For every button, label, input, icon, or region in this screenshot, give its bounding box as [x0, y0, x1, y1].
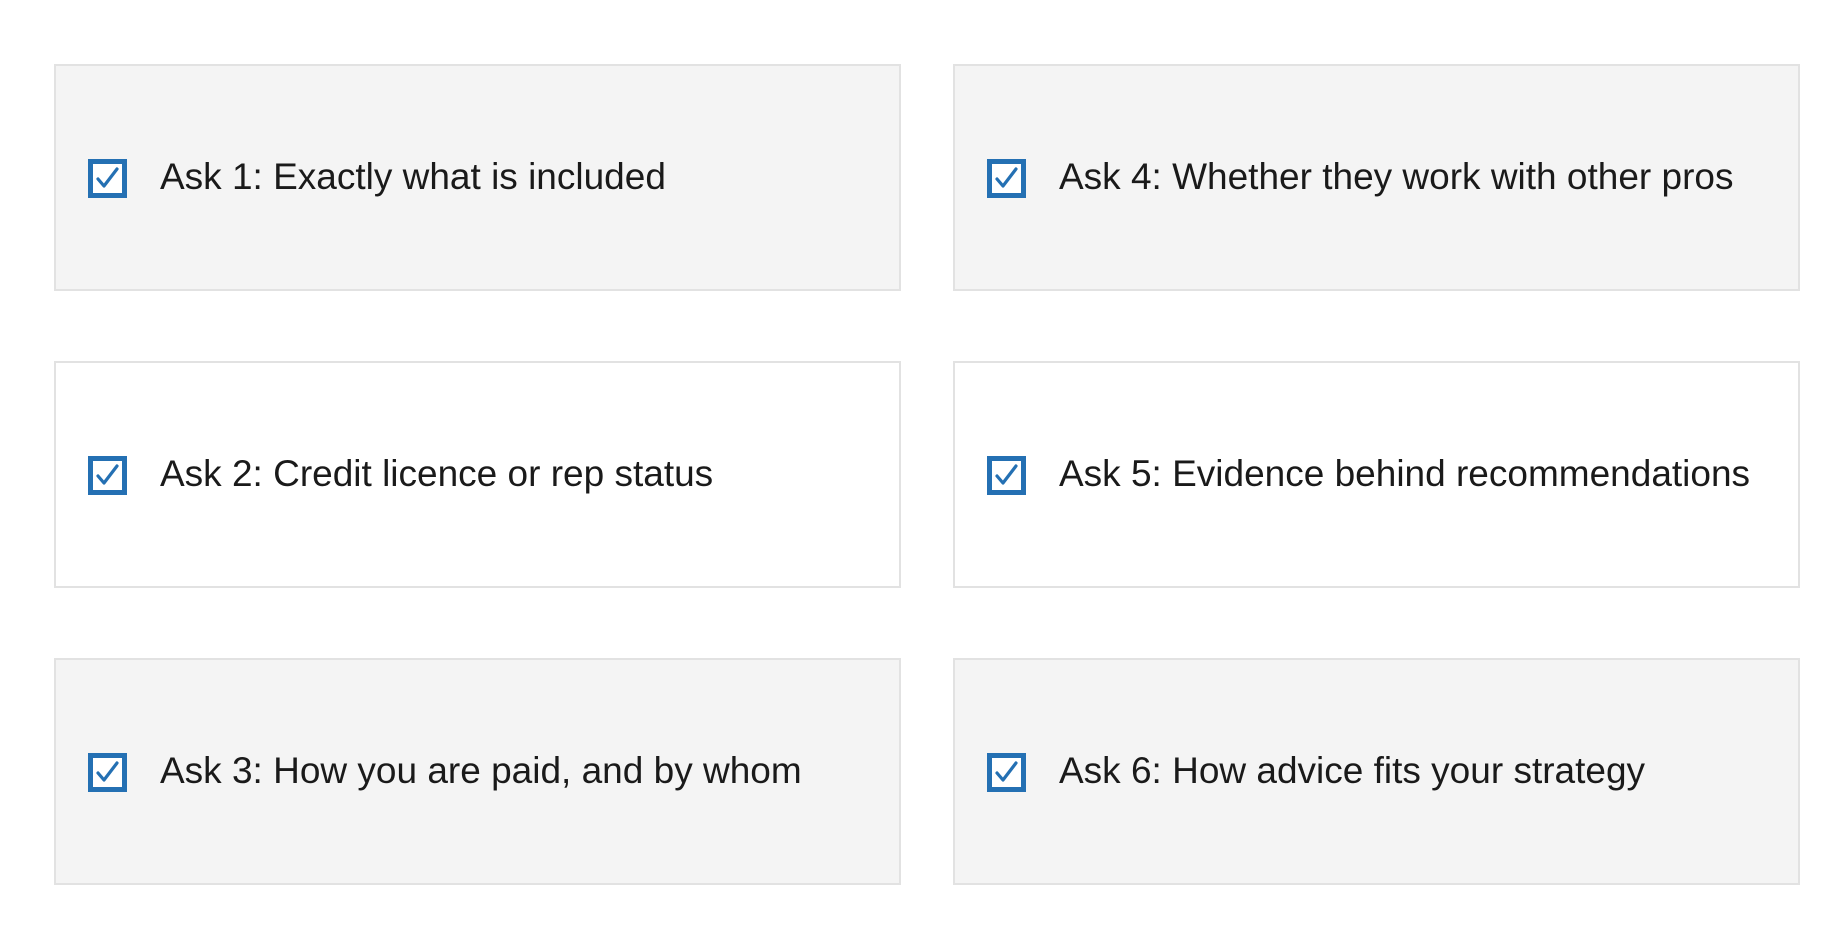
checklist-item-label: Ask 6: How advice fits your strategy — [1059, 750, 1646, 791]
checklist-item-label: Ask 2: Credit licence or rep status — [160, 453, 714, 494]
checkmark-icon — [96, 167, 119, 188]
checklist-card-ask-4: Ask 4: Whether they work with other pros — [953, 64, 1800, 291]
checklist-item-label: Ask 1: Exactly what is included — [160, 156, 666, 197]
checkmark-icon — [96, 761, 119, 782]
checklist-card-ask-5: Ask 5: Evidence behind recommendations — [953, 361, 1800, 588]
checkbox-checked-icon[interactable] — [88, 159, 127, 198]
checkmark-icon — [995, 761, 1018, 782]
checkmark-icon — [96, 464, 119, 485]
checkbox-checked-icon[interactable] — [987, 456, 1026, 495]
checkbox-checked-icon[interactable] — [88, 753, 127, 792]
checkmark-icon — [995, 464, 1018, 485]
checklist-card-ask-3: Ask 3: How you are paid, and by whom — [54, 658, 901, 885]
checklist-item-label: Ask 4: Whether they work with other pros — [1059, 156, 1734, 197]
checklist-item-label: Ask 3: How you are paid, and by whom — [160, 750, 802, 791]
checkbox-checked-icon[interactable] — [987, 753, 1026, 792]
checkbox-checked-icon[interactable] — [987, 159, 1026, 198]
checkmark-icon — [995, 167, 1018, 188]
checkbox-checked-icon[interactable] — [88, 456, 127, 495]
checklist-grid: Ask 1: Exactly what is included Ask 4: W… — [54, 64, 1800, 885]
checklist-card-ask-1: Ask 1: Exactly what is included — [54, 64, 901, 291]
checklist-item-label: Ask 5: Evidence behind recommendations — [1059, 453, 1751, 494]
checklist-card-ask-6: Ask 6: How advice fits your strategy — [953, 658, 1800, 885]
checklist-card-ask-2: Ask 2: Credit licence or rep status — [54, 361, 901, 588]
